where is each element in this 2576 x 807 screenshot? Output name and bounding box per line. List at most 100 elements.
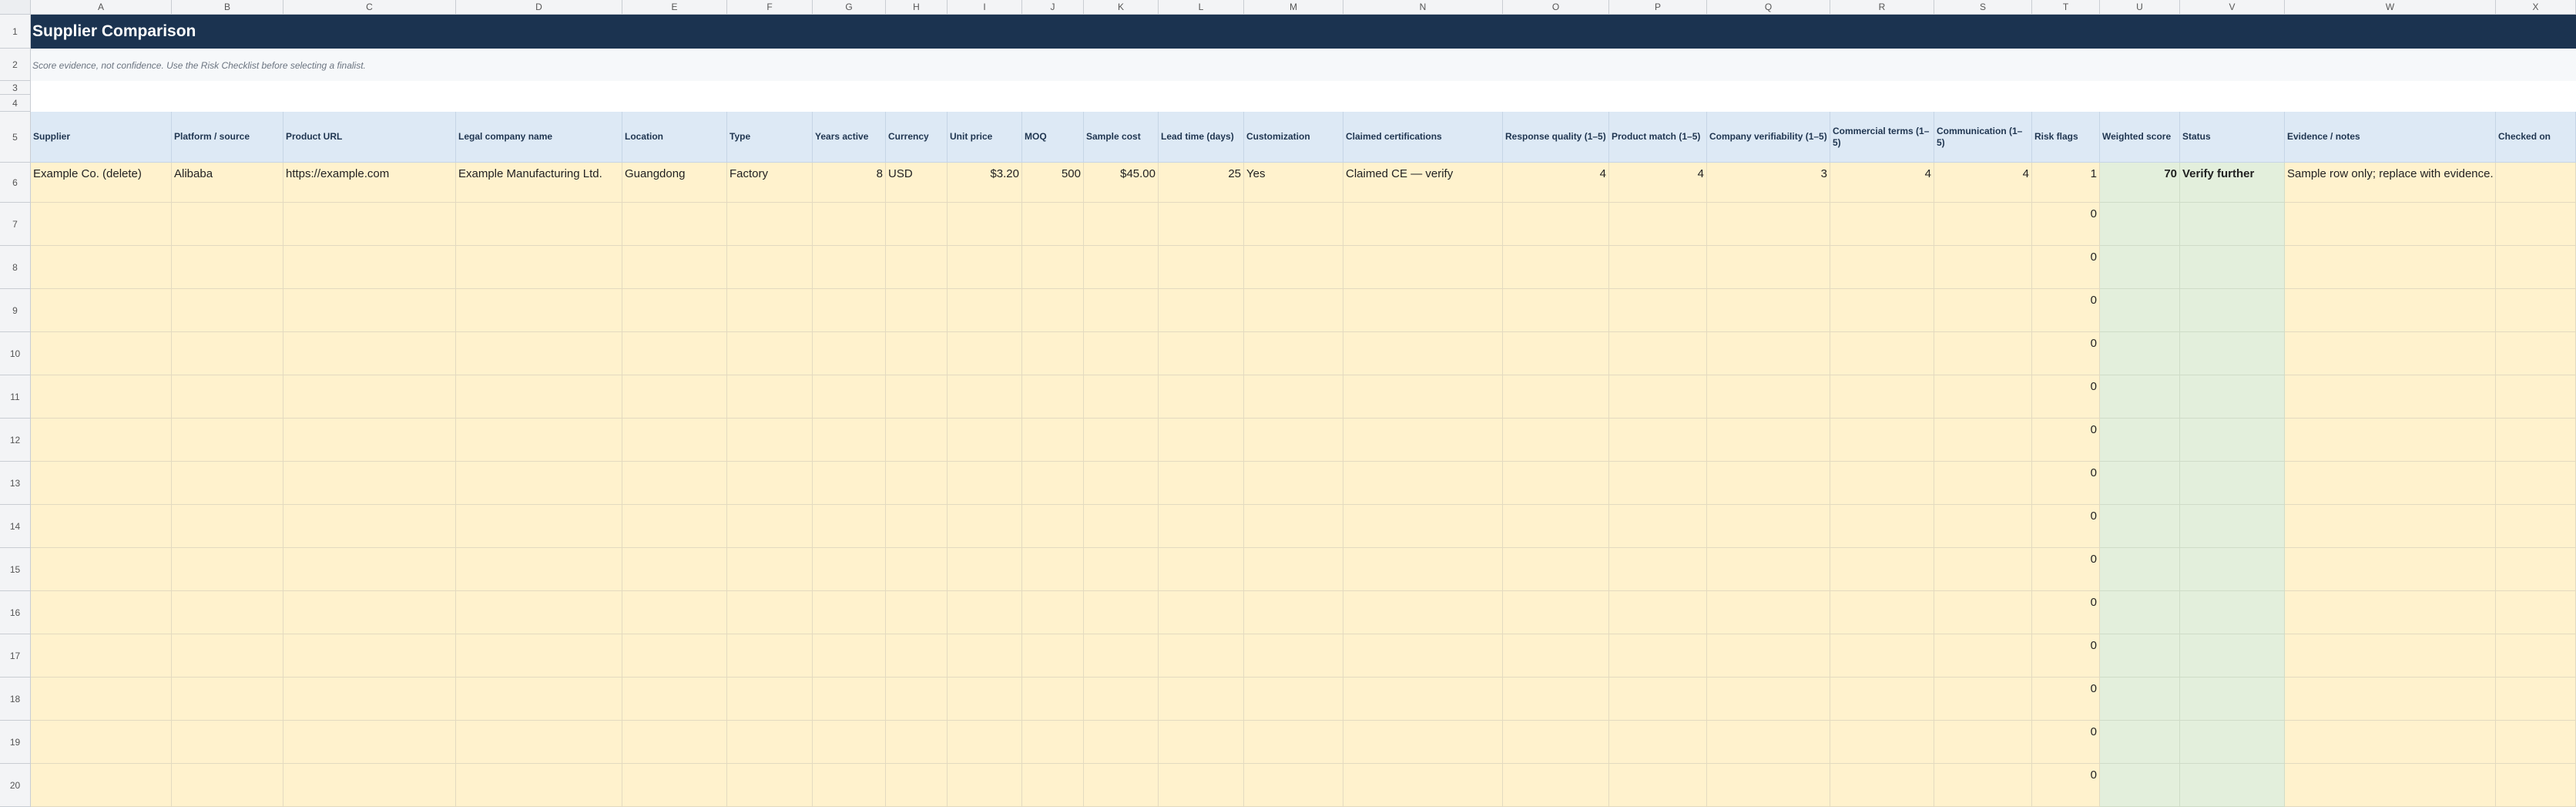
column-header-v[interactable]: V bbox=[2180, 0, 2285, 15]
input-cell-j8[interactable] bbox=[1022, 246, 1084, 289]
input-cell-h15[interactable] bbox=[886, 548, 948, 591]
input-cell-w19[interactable] bbox=[2285, 721, 2496, 764]
input-cell-w9[interactable] bbox=[2285, 289, 2496, 332]
input-cell-v20[interactable] bbox=[2180, 764, 2285, 807]
input-cell-a12[interactable] bbox=[31, 419, 172, 462]
input-cell-l13[interactable] bbox=[1159, 462, 1244, 505]
input-cell-o8[interactable] bbox=[1503, 246, 1609, 289]
input-cell-r14[interactable] bbox=[1830, 505, 1934, 548]
input-cell-w18[interactable] bbox=[2285, 678, 2496, 721]
input-cell-c19[interactable] bbox=[283, 721, 456, 764]
cell-n3[interactable] bbox=[1343, 81, 1503, 95]
row-header-3[interactable]: 3 bbox=[0, 81, 31, 95]
column-header-w[interactable]: W bbox=[2285, 0, 2496, 15]
input-cell-v14[interactable] bbox=[2180, 505, 2285, 548]
column-title-b[interactable]: Platform / source bbox=[172, 112, 283, 163]
column-title-g[interactable]: Years active bbox=[813, 112, 886, 163]
row-header-2[interactable]: 2 bbox=[0, 49, 31, 81]
row-header-18[interactable]: 18 bbox=[0, 678, 31, 721]
input-cell-a13[interactable] bbox=[31, 462, 172, 505]
input-cell-i16[interactable] bbox=[948, 591, 1022, 634]
column-title-q[interactable]: Company verifiability (1–5) bbox=[1707, 112, 1830, 163]
column-header-u[interactable]: U bbox=[2100, 0, 2180, 15]
cell-n4[interactable] bbox=[1343, 95, 1503, 112]
input-cell-w13[interactable] bbox=[2285, 462, 2496, 505]
input-cell-k12[interactable] bbox=[1084, 419, 1159, 462]
cell-r4[interactable] bbox=[1830, 95, 1934, 112]
column-title-u[interactable]: Weighted score bbox=[2100, 112, 2180, 163]
input-cell-u19[interactable] bbox=[2100, 721, 2180, 764]
input-cell-t11[interactable]: 0 bbox=[2032, 375, 2100, 419]
row-header-13[interactable]: 13 bbox=[0, 462, 31, 505]
input-cell-o19[interactable] bbox=[1503, 721, 1609, 764]
input-cell-u7[interactable] bbox=[2100, 203, 2180, 246]
cell-m3[interactable] bbox=[1244, 81, 1343, 95]
input-cell-l15[interactable] bbox=[1159, 548, 1244, 591]
input-cell-m19[interactable] bbox=[1244, 721, 1343, 764]
column-header-n[interactable]: N bbox=[1343, 0, 1503, 15]
input-cell-c11[interactable] bbox=[283, 375, 456, 419]
input-cell-r7[interactable] bbox=[1830, 203, 1934, 246]
input-cell-d17[interactable] bbox=[456, 634, 622, 678]
sample-row-cell-p[interactable]: 4 bbox=[1609, 163, 1707, 203]
input-cell-k18[interactable] bbox=[1084, 678, 1159, 721]
input-cell-s8[interactable] bbox=[1934, 246, 2032, 289]
input-cell-d13[interactable] bbox=[456, 462, 622, 505]
input-cell-l19[interactable] bbox=[1159, 721, 1244, 764]
input-cell-d11[interactable] bbox=[456, 375, 622, 419]
input-cell-r12[interactable] bbox=[1830, 419, 1934, 462]
input-cell-p16[interactable] bbox=[1609, 591, 1707, 634]
input-cell-o11[interactable] bbox=[1503, 375, 1609, 419]
input-cell-i12[interactable] bbox=[948, 419, 1022, 462]
input-cell-b18[interactable] bbox=[172, 678, 283, 721]
input-cell-x9[interactable] bbox=[2496, 289, 2576, 332]
input-cell-o14[interactable] bbox=[1503, 505, 1609, 548]
input-cell-k14[interactable] bbox=[1084, 505, 1159, 548]
input-cell-s11[interactable] bbox=[1934, 375, 2032, 419]
sample-row-cell-u[interactable]: 70 bbox=[2100, 163, 2180, 203]
cell-i3[interactable] bbox=[948, 81, 1022, 95]
input-cell-h8[interactable] bbox=[886, 246, 948, 289]
input-cell-r18[interactable] bbox=[1830, 678, 1934, 721]
cell-e4[interactable] bbox=[622, 95, 727, 112]
input-cell-n13[interactable] bbox=[1343, 462, 1503, 505]
input-cell-e8[interactable] bbox=[622, 246, 727, 289]
input-cell-b8[interactable] bbox=[172, 246, 283, 289]
input-cell-f9[interactable] bbox=[727, 289, 813, 332]
input-cell-f14[interactable] bbox=[727, 505, 813, 548]
input-cell-h10[interactable] bbox=[886, 332, 948, 375]
input-cell-e14[interactable] bbox=[622, 505, 727, 548]
input-cell-h13[interactable] bbox=[886, 462, 948, 505]
input-cell-c9[interactable] bbox=[283, 289, 456, 332]
sample-row-cell-i[interactable]: $3.20 bbox=[948, 163, 1022, 203]
input-cell-a17[interactable] bbox=[31, 634, 172, 678]
sample-row-cell-h[interactable]: USD bbox=[886, 163, 948, 203]
row-header-14[interactable]: 14 bbox=[0, 505, 31, 548]
row-header-20[interactable]: 20 bbox=[0, 764, 31, 807]
input-cell-e12[interactable] bbox=[622, 419, 727, 462]
cell-l3[interactable] bbox=[1159, 81, 1244, 95]
input-cell-f8[interactable] bbox=[727, 246, 813, 289]
input-cell-u15[interactable] bbox=[2100, 548, 2180, 591]
input-cell-o15[interactable] bbox=[1503, 548, 1609, 591]
cell-b4[interactable] bbox=[172, 95, 283, 112]
input-cell-u16[interactable] bbox=[2100, 591, 2180, 634]
sample-row-cell-g[interactable]: 8 bbox=[813, 163, 886, 203]
column-title-p[interactable]: Product match (1–5) bbox=[1609, 112, 1707, 163]
column-title-r[interactable]: Commercial terms (1–5) bbox=[1830, 112, 1934, 163]
input-cell-p18[interactable] bbox=[1609, 678, 1707, 721]
input-cell-o7[interactable] bbox=[1503, 203, 1609, 246]
cell-t4[interactable] bbox=[2032, 95, 2100, 112]
sample-row-cell-n[interactable]: Claimed CE — verify bbox=[1343, 163, 1503, 203]
input-cell-o10[interactable] bbox=[1503, 332, 1609, 375]
input-cell-p8[interactable] bbox=[1609, 246, 1707, 289]
input-cell-v12[interactable] bbox=[2180, 419, 2285, 462]
input-cell-s18[interactable] bbox=[1934, 678, 2032, 721]
column-title-x[interactable]: Checked on bbox=[2496, 112, 2576, 163]
input-cell-n12[interactable] bbox=[1343, 419, 1503, 462]
column-title-d[interactable]: Legal company name bbox=[456, 112, 622, 163]
cell-x3[interactable] bbox=[2496, 81, 2576, 95]
input-cell-h19[interactable] bbox=[886, 721, 948, 764]
input-cell-j18[interactable] bbox=[1022, 678, 1084, 721]
input-cell-w7[interactable] bbox=[2285, 203, 2496, 246]
